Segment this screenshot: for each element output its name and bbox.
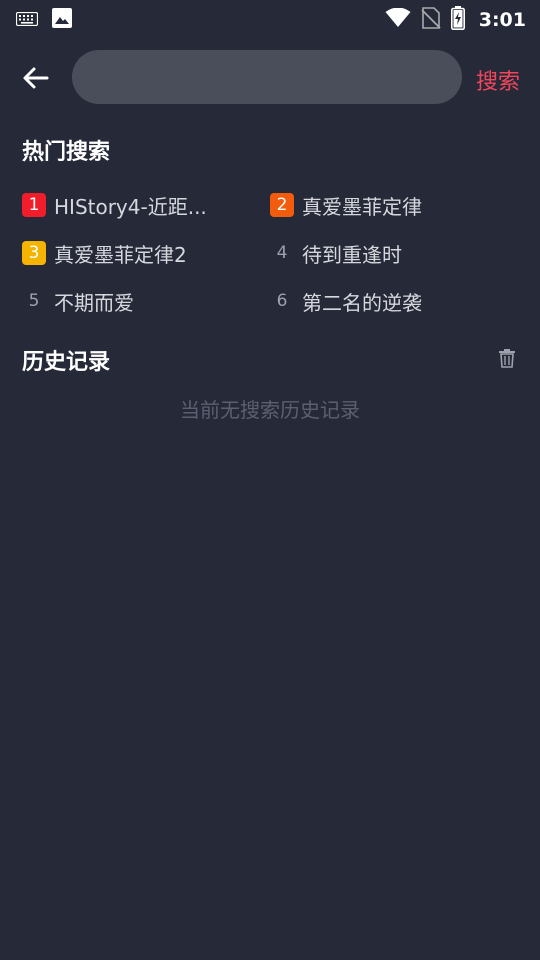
no-sim-icon	[421, 7, 441, 33]
hot-item-label: 真爱墨菲定律	[302, 194, 422, 219]
empty-history-text: 当前无搜索历史记录	[180, 398, 360, 422]
hot-item-label: 真爱墨菲定律2	[54, 242, 187, 267]
arrow-left-icon[interactable]	[20, 62, 52, 94]
hot-item-label: HIStory4-近距...	[54, 194, 207, 219]
rank-badge: 1	[22, 193, 46, 217]
history-title: 历史记录	[22, 350, 111, 375]
trash-icon[interactable]	[497, 348, 517, 368]
hot-item-label: 待到重逢时	[302, 242, 402, 267]
rank-number: 5	[28, 291, 40, 311]
keyboard-icon	[15, 11, 39, 30]
rank-badge: 3	[22, 241, 46, 265]
hot-item-6[interactable]: 6 第二名的逆袭	[270, 286, 422, 316]
hot-item-3[interactable]: 3 真爱墨菲定律2	[22, 238, 187, 268]
status-clock: 3:01	[478, 9, 526, 31]
rank-badge: 2	[270, 193, 294, 217]
wifi-icon	[385, 7, 411, 32]
search-bar: 搜索	[0, 50, 540, 106]
hot-item-4[interactable]: 4 待到重逢时	[270, 238, 402, 268]
hot-item-label: 第二名的逆袭	[302, 290, 422, 315]
rank-number: 6	[276, 291, 288, 311]
hot-item-5[interactable]: 5 不期而爱	[22, 286, 134, 316]
hot-item-1[interactable]: 1 HIStory4-近距...	[22, 190, 207, 220]
hot-item-label: 不期而爱	[54, 290, 134, 315]
rank-number: 4	[276, 243, 288, 263]
search-button[interactable]: 搜索	[476, 64, 520, 96]
image-icon	[52, 8, 72, 32]
hot-search-title: 热门搜索	[22, 140, 111, 165]
search-input[interactable]	[72, 50, 462, 104]
hot-item-2[interactable]: 2 真爱墨菲定律	[270, 190, 422, 220]
battery-charging-icon	[450, 6, 465, 34]
status-bar: 3:01	[0, 0, 540, 36]
